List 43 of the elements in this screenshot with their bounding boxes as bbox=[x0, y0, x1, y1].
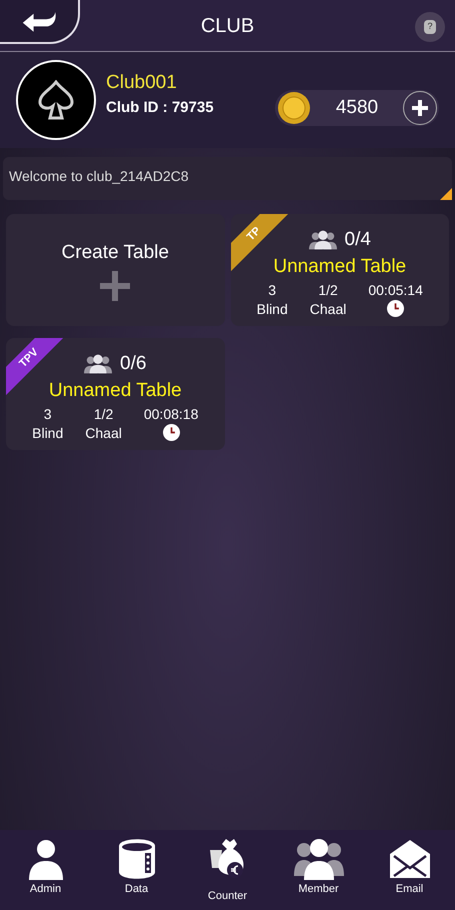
table-name: Unnamed Table bbox=[273, 254, 406, 278]
player-count: 0/6 bbox=[120, 352, 146, 376]
stat-label: Blind bbox=[256, 300, 288, 318]
plus-icon bbox=[412, 100, 428, 116]
stat-label: Chaal bbox=[85, 424, 122, 442]
stat-label: Chaal bbox=[310, 300, 346, 318]
create-table-button[interactable]: Create Table bbox=[6, 214, 224, 326]
clock-icon bbox=[162, 424, 180, 440]
stat-value: 1/2 bbox=[318, 280, 338, 300]
group-icon bbox=[292, 838, 346, 880]
page-title: CLUB bbox=[200, 14, 254, 38]
stat-label: Blind bbox=[32, 424, 64, 442]
database-icon bbox=[116, 838, 156, 880]
add-coins-button[interactable] bbox=[403, 91, 437, 125]
people-icon bbox=[308, 230, 337, 250]
elapsed-time: 00:05:14 bbox=[368, 280, 423, 300]
nav-tab[interactable]: Member bbox=[284, 838, 354, 898]
nav-tab[interactable]: Data bbox=[102, 838, 172, 898]
back-button[interactable] bbox=[0, 0, 80, 44]
spade-icon bbox=[36, 80, 76, 120]
coin-icon bbox=[277, 91, 311, 125]
stat-value: 3 bbox=[268, 280, 276, 300]
player-count: 0/4 bbox=[344, 228, 371, 252]
plus-icon bbox=[100, 271, 130, 302]
stat-value: 3 bbox=[44, 404, 52, 424]
notice-text: Welcome to club_214AD2C8 bbox=[9, 168, 189, 184]
back-arrow-icon bbox=[21, 10, 57, 32]
club-name: Club001 bbox=[106, 70, 178, 94]
envelope-icon bbox=[388, 838, 432, 880]
nav-tab[interactable]: Admin bbox=[10, 838, 80, 898]
corner-mark bbox=[440, 188, 452, 200]
club-id: Club ID : 79735 bbox=[106, 98, 214, 118]
coin-amount: 4580 bbox=[334, 96, 380, 120]
table-name: Unnamed Table bbox=[48, 378, 182, 402]
stat-value: 1/2 bbox=[94, 404, 114, 424]
ribbon-label: TP bbox=[243, 224, 264, 245]
help-button[interactable]: ? bbox=[415, 12, 445, 42]
table-card[interactable]: TP 0/4 Unnamed Table 3 Blind 1/2 Chaal 00:05:14 bbox=[230, 214, 449, 326]
elapsed-time: 00:08:18 bbox=[144, 404, 198, 424]
clock-icon bbox=[387, 300, 404, 316]
nav-tab[interactable]: Email bbox=[374, 838, 444, 898]
nav-tab[interactable]: Counter bbox=[192, 838, 262, 904]
people-icon bbox=[84, 354, 112, 374]
